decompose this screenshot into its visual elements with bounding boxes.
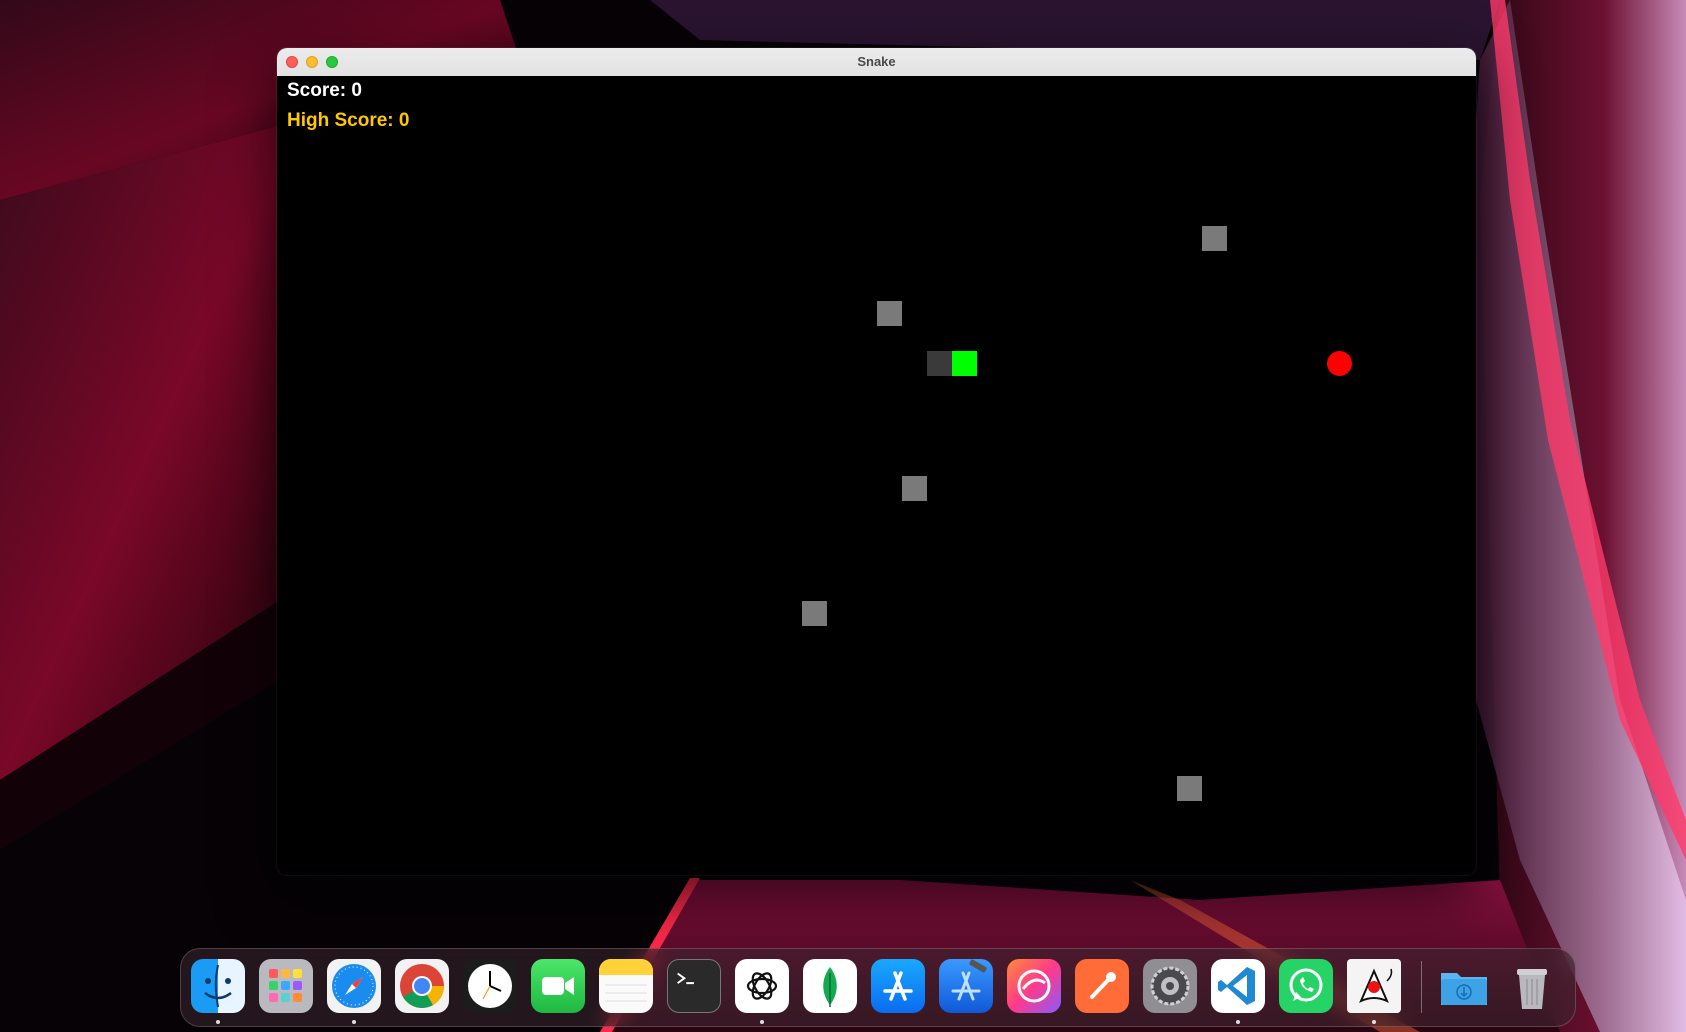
notes-icon[interactable] (599, 959, 653, 1013)
vscode-icon[interactable] (1211, 959, 1265, 1013)
high-score-label: High Score: 0 (287, 110, 410, 131)
finder-icon[interactable] (191, 959, 245, 1013)
snake-body-segment (927, 351, 952, 376)
obstacle (877, 301, 902, 326)
obstacle (802, 601, 827, 626)
facetime-icon[interactable] (531, 959, 585, 1013)
terminal-icon[interactable] (667, 959, 721, 1013)
whatsapp-icon[interactable] (1279, 959, 1333, 1013)
dock (180, 948, 1576, 1027)
trash-icon[interactable] (1505, 959, 1559, 1013)
system-settings-icon[interactable] (1143, 959, 1197, 1013)
java-app-icon[interactable] (1347, 959, 1401, 1013)
affinity-icon[interactable] (1007, 959, 1061, 1013)
xcode-icon[interactable] (939, 959, 993, 1013)
obstacle (1177, 776, 1202, 801)
snake-head (952, 351, 977, 376)
running-indicator (352, 1020, 356, 1024)
obstacle (902, 476, 927, 501)
obstacle (1202, 226, 1227, 251)
running-indicator (216, 1020, 220, 1024)
title-bar[interactable]: Snake (277, 48, 1476, 77)
running-indicator (760, 1020, 764, 1024)
postman-icon[interactable] (1075, 959, 1129, 1013)
chatgpt-icon[interactable] (735, 959, 789, 1013)
game-board[interactable]: Score: 0 High Score: 0 (277, 76, 1476, 875)
running-indicator (1236, 1020, 1240, 1024)
score-label: Score: 0 (287, 80, 362, 101)
clock-icon[interactable] (463, 959, 517, 1013)
dock-separator (1421, 961, 1422, 1013)
running-indicator (1372, 1020, 1376, 1024)
launchpad-icon[interactable] (259, 959, 313, 1013)
food-apple (1327, 351, 1352, 376)
app-store-icon[interactable] (871, 959, 925, 1013)
snake-window[interactable]: Snake Score: 0 High Score: 0 (277, 48, 1476, 875)
safari-icon[interactable] (327, 959, 381, 1013)
downloads-folder-icon[interactable] (1437, 959, 1491, 1013)
window-title: Snake (857, 54, 896, 69)
chrome-icon[interactable] (395, 959, 449, 1013)
mongodb-compass-icon[interactable] (803, 959, 857, 1013)
